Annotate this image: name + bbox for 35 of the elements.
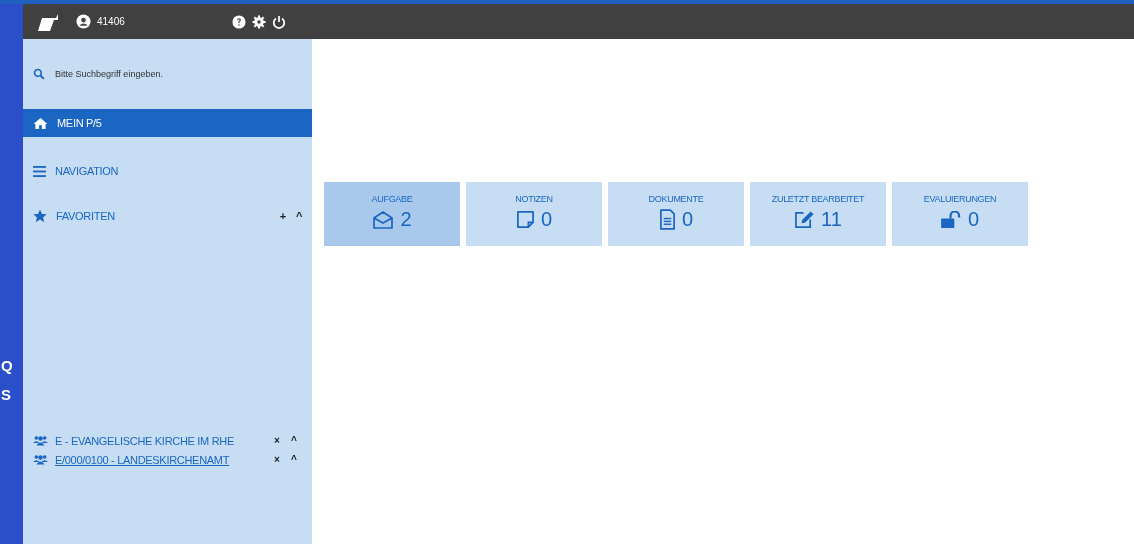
nav-item[interactable]: NAVIGATION [23,157,312,185]
edge-letter: Q [1,356,14,376]
user-id: 41406 [97,16,125,27]
group-link[interactable]: E/000/0100 - LANDESKIRCHENAMT [55,453,265,466]
user-icon [76,14,91,29]
dashboard-tile[interactable]: ZULETZT BEARBEITET 11 [750,182,886,246]
power-icon[interactable] [272,14,286,29]
action-toggle[interactable]: × [272,454,282,465]
search-icon [33,68,45,80]
nav-item[interactable]: MEIN P/5 [23,109,312,137]
envelope-icon [372,209,395,230]
action-toggle[interactable]: ^ [295,210,302,222]
search-field[interactable]: Bitte Suchbegriff eingeben. [53,68,302,80]
note-icon [515,210,535,229]
unlock-icon [940,211,962,228]
action-toggle[interactable]: ^ [289,454,299,465]
menu-icon [33,165,46,177]
edge-letter: S [1,385,12,405]
help-icon[interactable] [232,14,246,29]
edit-icon [794,210,816,229]
settings-icon[interactable] [252,14,266,29]
group-icon [33,435,48,446]
home-icon [33,116,48,130]
star-icon [33,209,47,223]
group-link[interactable]: E - EVANGELISCHE KIRCHE IM RHE [55,434,265,447]
dashboard-tile[interactable]: AUFGABE 2 [324,182,460,246]
document-icon [658,209,676,230]
action-toggle[interactable]: + [279,210,286,222]
nav-item[interactable]: FAVORITEN + ^ [23,202,312,230]
group-icon [33,454,48,465]
dashboard-tile[interactable]: EVALUIERUNGEN 0 [892,182,1028,246]
dashboard-tile[interactable]: DOKUMENTE 0 [608,182,744,246]
action-toggle[interactable]: ^ [289,435,299,446]
dashboard-tile[interactable]: NOTIZEN 0 [466,182,602,246]
action-toggle[interactable]: × [272,435,282,446]
